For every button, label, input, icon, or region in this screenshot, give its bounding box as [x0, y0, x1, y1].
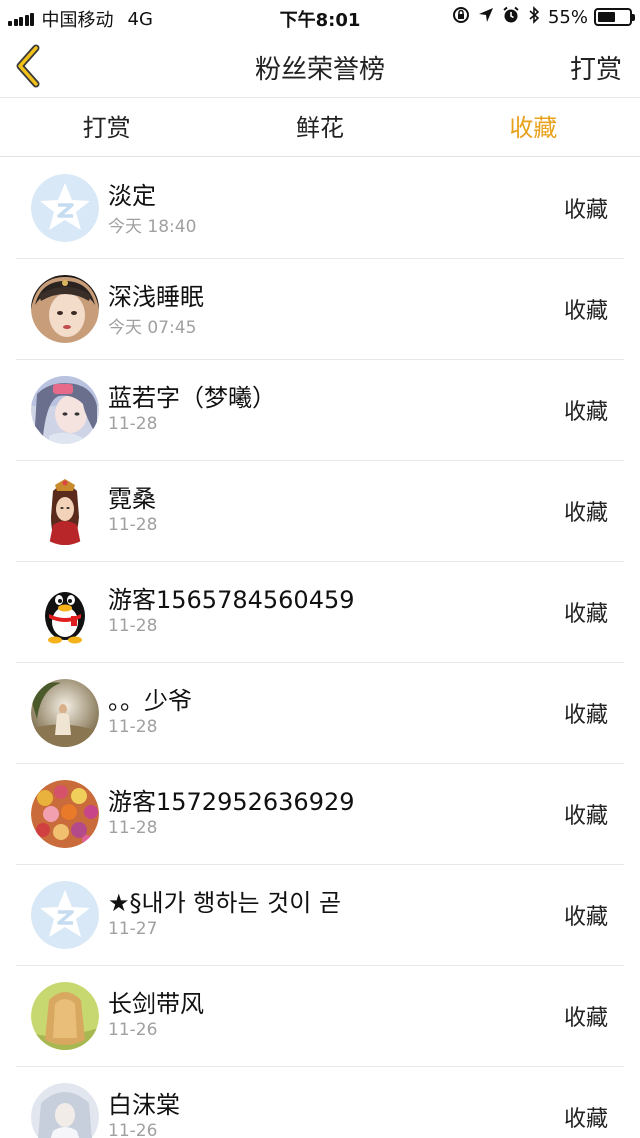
photo-avatar: [31, 1083, 99, 1138]
bluetooth-icon: [528, 6, 540, 28]
list-item[interactable]: 。。少爷 11-28 收藏: [16, 663, 624, 764]
list-item[interactable]: 蓝若字（梦曦） 11-28 收藏: [16, 360, 624, 461]
fan-time: 11-26: [108, 1020, 158, 1040]
portrait-avatar: [31, 275, 99, 343]
fan-time: 11-28: [108, 414, 158, 434]
nav-bar: 粉丝荣誉榜 打赏: [0, 34, 640, 98]
avatar: [31, 881, 99, 949]
list-item[interactable]: 长剑带风 11-26 收藏: [16, 966, 624, 1067]
list-item[interactable]: 游客1565784560459 11-28 收藏: [16, 562, 624, 663]
favorite-label: 收藏: [563, 299, 608, 324]
favorite-label: 收藏: [563, 602, 608, 627]
fan-name: 游客1572952636929: [108, 788, 355, 816]
penguin-avatar-icon: [31, 578, 99, 646]
default-avatar-icon: [31, 174, 99, 242]
status-bar: 中国移动 4G 下午8:01 55%: [0, 0, 640, 34]
favorite-label: 收藏: [563, 905, 608, 930]
favorite-label: 收藏: [563, 1006, 608, 1031]
favorite-label: 收藏: [563, 703, 608, 728]
avatar: [31, 376, 99, 444]
avatar: [31, 275, 99, 343]
page-title: 粉丝荣誉榜: [254, 55, 385, 85]
avatar: [31, 679, 99, 747]
portrait-avatar: [31, 376, 99, 444]
fan-time: 11-28: [108, 717, 158, 737]
favorite-label: 收藏: [563, 501, 608, 526]
fan-name: ★§내가 행하는 것이 곧: [108, 889, 342, 917]
favorite-label: 收藏: [563, 1107, 608, 1132]
avatar: [31, 477, 99, 545]
list-item[interactable]: 淡定 今天 18:40 收藏: [16, 158, 624, 259]
fan-time: 11-28: [108, 616, 158, 636]
favorite-label: 收藏: [563, 198, 608, 223]
reward-button[interactable]: 打赏: [570, 49, 622, 86]
fan-name: 蓝若字（梦曦）: [108, 384, 276, 412]
list-item[interactable]: ★§내가 행하는 것이 곧 11-27 收藏: [16, 865, 624, 966]
photo-avatar: [31, 679, 99, 747]
battery-icon: [594, 8, 635, 26]
tab-bar: 打赏 鲜花 收藏: [0, 99, 640, 157]
tab-favorites[interactable]: 收藏: [427, 99, 640, 156]
tab-flowers[interactable]: 鲜花: [213, 99, 426, 156]
avatar: [31, 1083, 99, 1138]
fan-time: 11-26: [108, 1121, 158, 1138]
photo-avatar: [31, 780, 99, 848]
list-item[interactable]: 白沫棠 11-26 收藏: [16, 1067, 624, 1138]
avatar: [31, 174, 99, 242]
list-item[interactable]: 深浅睡眠 今天 07:45 收藏: [16, 259, 624, 360]
default-avatar-icon: [31, 881, 99, 949]
fan-time: 11-28: [108, 818, 158, 838]
fan-name: 淡定: [108, 182, 156, 210]
fan-name: 长剑带风: [108, 990, 204, 1018]
photo-avatar: [31, 982, 99, 1050]
fan-time: 11-28: [108, 515, 158, 535]
fan-time: 11-27: [108, 919, 158, 939]
favorite-label: 收藏: [563, 400, 608, 425]
battery-percent: 55%: [547, 6, 588, 28]
orientation-lock-icon: [452, 6, 470, 28]
fan-name: 白沫棠: [108, 1091, 180, 1119]
list-item[interactable]: 霓桑 11-28 收藏: [16, 461, 624, 562]
portrait-avatar: [31, 477, 99, 545]
avatar: [31, 780, 99, 848]
list-item[interactable]: 游客1572952636929 11-28 收藏: [16, 764, 624, 865]
fan-list: 淡定 今天 18:40 收藏 深浅睡眠 今天 07:45 收藏 蓝若字（梦曦） …: [0, 158, 640, 1138]
fan-name: 深浅睡眠: [108, 283, 204, 311]
fan-name: 游客1565784560459: [108, 586, 355, 614]
location-icon: [478, 7, 494, 27]
tab-reward[interactable]: 打赏: [0, 99, 213, 156]
fan-name: 。。少爷: [108, 687, 192, 715]
favorite-label: 收藏: [563, 804, 608, 829]
fan-time: 今天 18:40: [108, 217, 197, 237]
avatar: [31, 982, 99, 1050]
fan-time: 今天 07:45: [108, 318, 197, 338]
alarm-icon: [502, 6, 520, 28]
fan-name: 霓桑: [108, 485, 156, 513]
avatar: [31, 578, 99, 646]
